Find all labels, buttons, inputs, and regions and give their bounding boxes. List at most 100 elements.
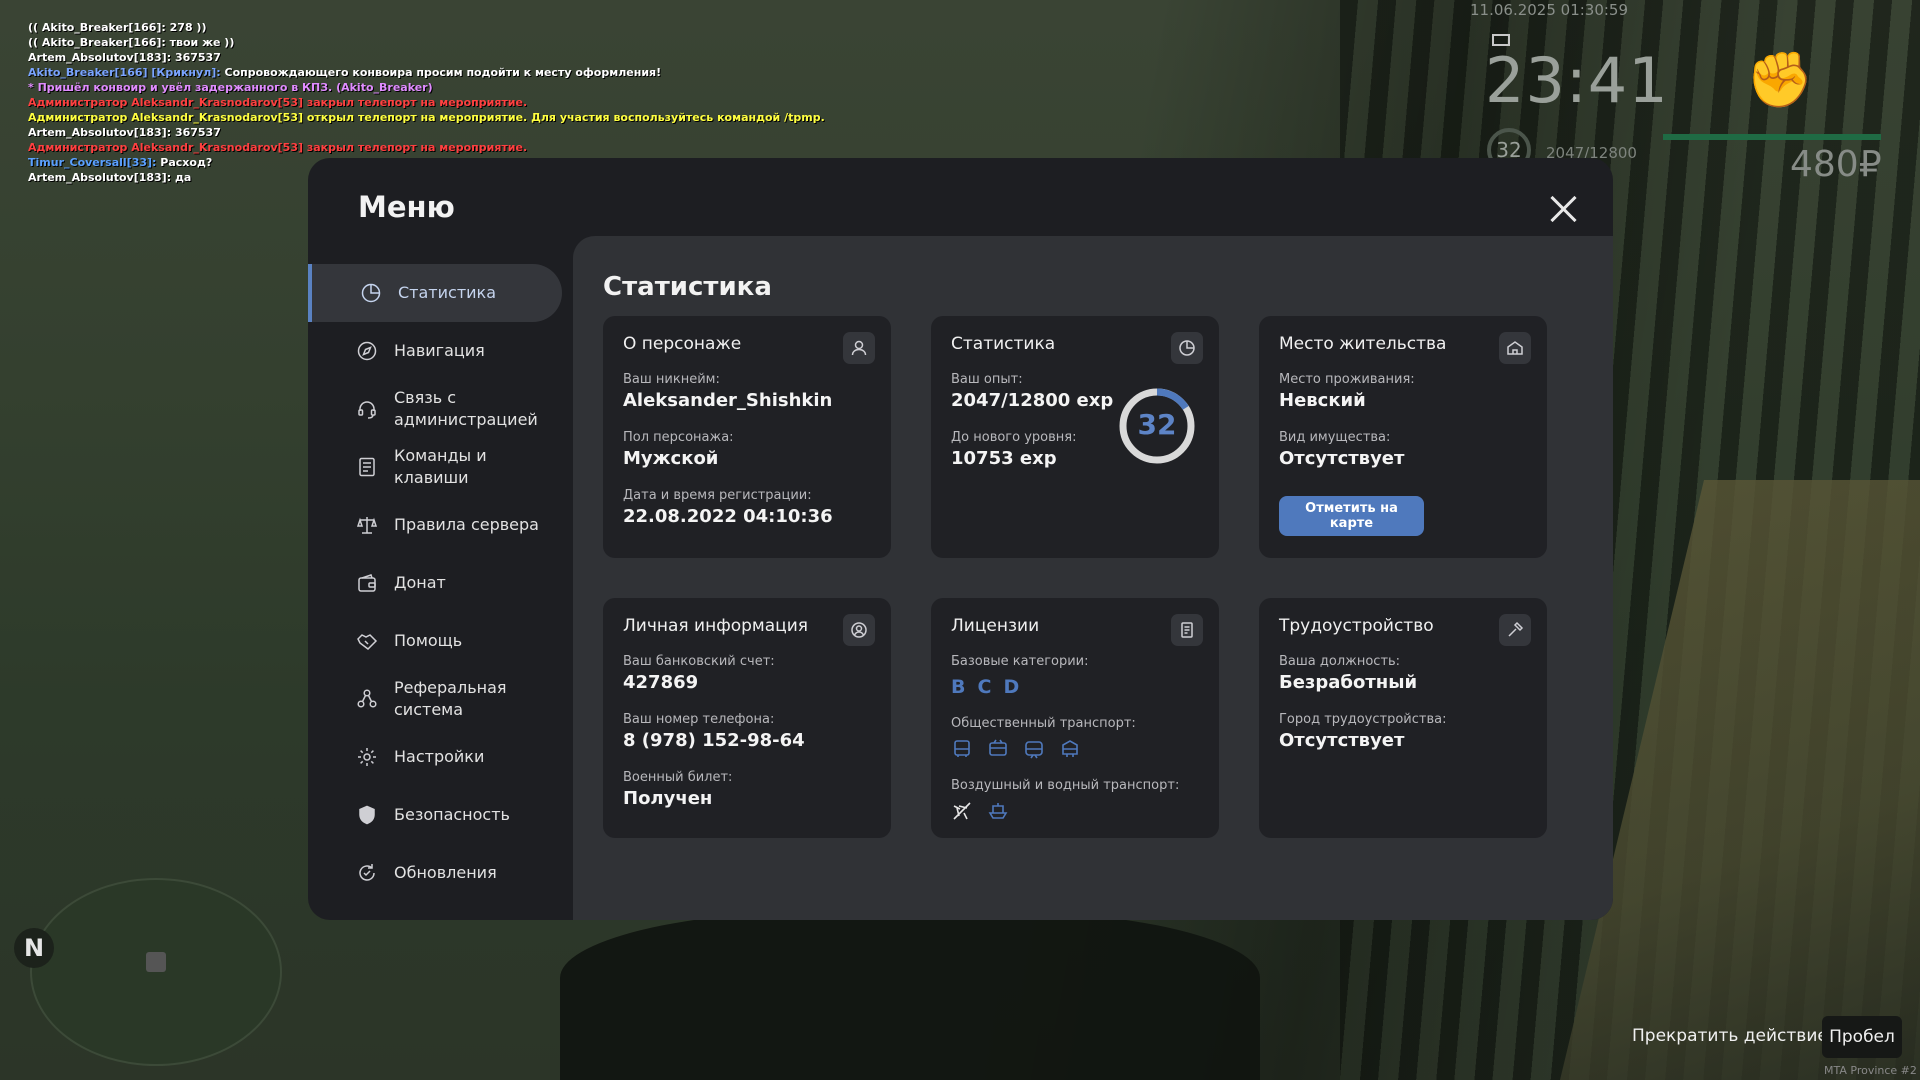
scales-icon — [356, 517, 378, 534]
chat-line: Akito_Breaker[166] [Крикнул]: Сопровожда… — [28, 65, 825, 80]
bank-value: 427869 — [623, 672, 699, 693]
sidebar-item[interactable]: Донат — [308, 554, 562, 612]
trolleybus-icon — [989, 739, 1007, 756]
position-value: Безработный — [1279, 672, 1418, 693]
phone-value: 8 (978) 152-98-64 — [623, 730, 805, 751]
referral-icon — [357, 689, 377, 708]
next-level-value: 10753 exp — [951, 448, 1057, 469]
compass-icon — [357, 341, 377, 361]
health-bar — [1663, 134, 1881, 140]
license-category: B — [951, 676, 966, 698]
sidebar-item[interactable]: Команды и клавиши — [308, 438, 562, 496]
sidebar: Статистика Навигация Связь с администрацией… — [308, 264, 562, 902]
basic-categories: B C D — [951, 676, 1019, 698]
hud-money: 480₽ — [1790, 144, 1882, 185]
chat-message: Расход? — [156, 156, 213, 169]
air-water-transport-icons — [951, 800, 1009, 822]
hud-time: 23:41 — [1485, 44, 1669, 117]
card-title: Статистика — [951, 334, 1056, 354]
wallet-icon — [358, 574, 376, 592]
stop-action-hint: Прекратить действие — [1632, 1026, 1828, 1046]
position-label: Ваша должность: — [1279, 654, 1401, 669]
public-transport-icons — [951, 738, 1081, 760]
card-title: Трудоустройство — [1279, 616, 1434, 636]
chat-line: Администратор Aleksandr_Krasnodarov[53] … — [28, 111, 825, 124]
basic-categories-label: Базовые категории: — [951, 654, 1089, 669]
chat-line: Artem_Absolutov[183]: 367537 — [28, 126, 221, 139]
card-title: Лицензии — [951, 616, 1040, 636]
content-panel: Статистика О персонаже Ваш никнейм: Alek… — [573, 236, 1613, 920]
bus-icon — [954, 740, 970, 757]
city-value: Отсутствует — [1279, 730, 1405, 751]
pie-chart-icon — [361, 283, 381, 303]
content-title: Статистика — [603, 272, 772, 302]
close-icon[interactable] — [1546, 192, 1580, 226]
minimap — [30, 878, 282, 1066]
license-icon — [1171, 614, 1203, 646]
home-icon — [1499, 332, 1531, 364]
phone-label: Ваш номер телефона: — [623, 712, 775, 727]
boat-icon — [988, 803, 1008, 819]
plane-icon — [953, 802, 971, 820]
sidebar-item-label: Безопасность — [394, 805, 510, 824]
chat-line: Администратор Aleksandr_Krasnodarov[53] … — [28, 96, 528, 109]
user-circle-icon — [843, 614, 875, 646]
license-category: D — [1003, 676, 1020, 698]
property-value: Отсутствует — [1279, 448, 1405, 469]
chat-line: Artem_Absolutov[183]: 367537 — [28, 51, 221, 64]
sidebar-item[interactable]: Помощь — [308, 612, 562, 670]
sidebar-item[interactable]: Обновления — [308, 844, 562, 902]
sidebar-item[interactable]: Связь с администрацией — [308, 380, 562, 438]
level-value: 32 — [1137, 408, 1177, 441]
reg-value: 22.08.2022 04:10:36 — [623, 506, 833, 527]
mark-on-map-button[interactable]: Отметить на карте — [1279, 496, 1424, 536]
sidebar-item[interactable]: Безопасность — [308, 786, 562, 844]
sidebar-item[interactable]: Правила сервера — [308, 496, 562, 554]
minibus-icon — [1062, 740, 1078, 757]
handshake-icon — [357, 634, 378, 650]
shield-icon — [359, 805, 375, 825]
sidebar-item[interactable]: Статистика — [308, 264, 562, 322]
sidebar-item[interactable]: Настройки — [308, 728, 562, 786]
hammer-icon — [1499, 614, 1531, 646]
card-residence: Место жительства Место проживания: Невск… — [1259, 316, 1547, 558]
chat-message: Сопровождающего конвоира просим подойти … — [220, 66, 662, 79]
chat-author: Timur_Coversall[33]: — [28, 156, 157, 169]
sidebar-item-label: Настройки — [394, 747, 485, 766]
tram-icon — [1025, 741, 1043, 759]
card-stats: Статистика Ваш опыт: 2047/12800 exp До н… — [931, 316, 1219, 558]
chat-line: (( Akito_Breaker[166]: твои же )) — [28, 36, 235, 49]
sidebar-item-label: Правила сервера — [394, 515, 539, 534]
card-licenses: Лицензии Базовые категории: B C D Общест… — [931, 598, 1219, 838]
sidebar-item-label: Навигация — [394, 341, 485, 360]
space-key-button[interactable]: Пробел — [1822, 1016, 1902, 1058]
card-personal: Личная информация Ваш банковский счет: 4… — [603, 598, 891, 838]
card-title: Место жительства — [1279, 334, 1447, 354]
character-shadow — [560, 910, 1260, 1080]
menu-window: Меню Статистика Навигация Связь с администр… — [308, 158, 1613, 920]
card-title: Личная информация — [623, 616, 809, 636]
pie-chart-icon — [1171, 332, 1203, 364]
chat-author: Akito_Breaker[166] [Крикнул]: — [28, 66, 221, 79]
headset-icon — [358, 401, 376, 419]
chat-line: (( Akito_Breaker[166]: 278 )) — [28, 21, 207, 34]
reg-label: Дата и время регистрации: — [623, 488, 812, 503]
sidebar-item-label: Команды и клавиши — [394, 446, 487, 487]
gender-label: Пол персонажа: — [623, 430, 734, 445]
property-label: Вид имущества: — [1279, 430, 1391, 445]
sidebar-item-label: Статистика — [398, 283, 496, 302]
sidebar-item-label: Донат — [394, 573, 446, 592]
card-character: О персонаже Ваш никнейм: Aleksander_Shis… — [603, 316, 891, 558]
server-watermark: MTA Province #2 — [1824, 1064, 1917, 1077]
sidebar-item[interactable]: Реферальная система — [308, 670, 562, 728]
chat-line: * Пришёл конвоир и увёл задержанного в К… — [28, 81, 433, 94]
nick-label: Ваш никнейм: — [623, 372, 720, 387]
sidebar-item-label: Связь с администрацией — [394, 388, 538, 429]
sidebar-item[interactable]: Навигация — [308, 322, 562, 380]
exp-value: 2047/12800 exp — [951, 390, 1114, 411]
nick-value: Aleksander_Shishkin — [623, 390, 833, 411]
user-icon — [843, 332, 875, 364]
fist-icon: ✊ — [1746, 48, 1814, 111]
license-category: C — [977, 676, 992, 698]
city-label: Город трудоустройства: — [1279, 712, 1447, 727]
